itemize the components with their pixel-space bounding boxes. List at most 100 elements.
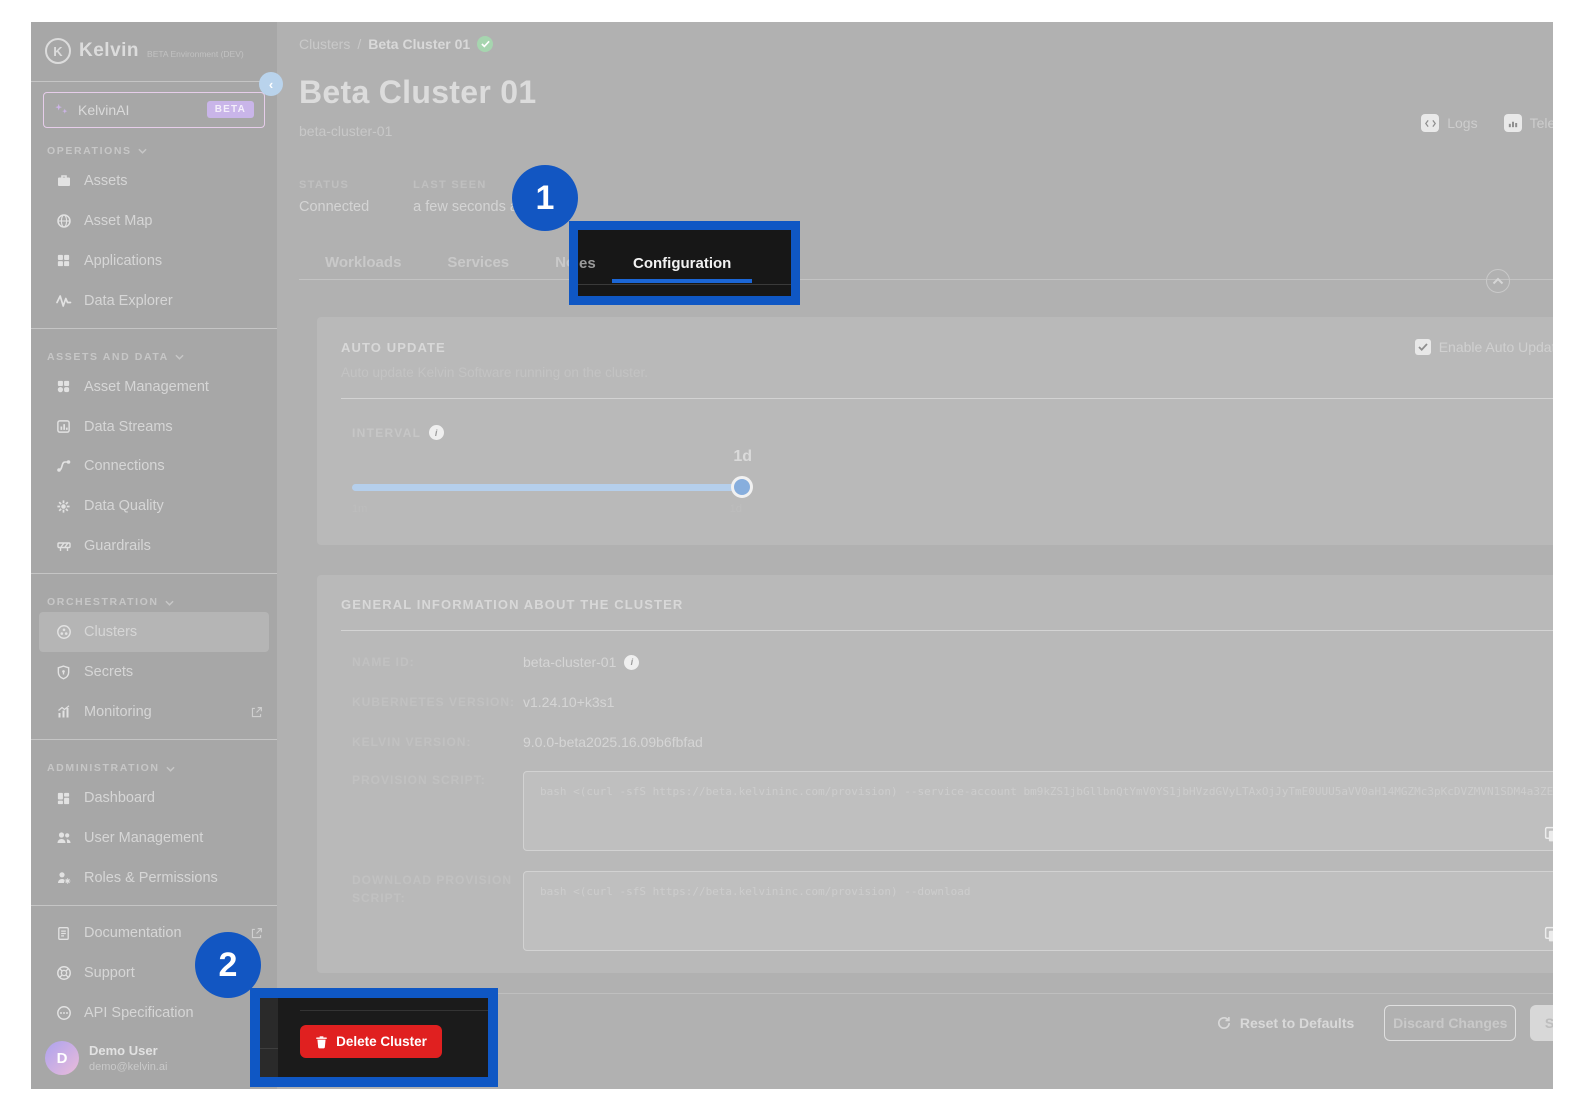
sidebar-item-label: Data Streams — [84, 419, 173, 435]
logs-button[interactable]: Logs — [1421, 114, 1477, 132]
sidebar-divider — [31, 739, 277, 740]
slider-track[interactable] — [352, 484, 742, 491]
sidebar-section-operations[interactable]: OPERATIONS — [31, 130, 277, 161]
tab-configuration-active[interactable]: Configuration — [633, 255, 731, 272]
status-label: STATUS — [299, 179, 369, 191]
name-id-row: NAME ID: beta-cluster-01 i — [341, 653, 1553, 671]
logs-label: Logs — [1447, 115, 1477, 131]
annotation-step-2: 2 — [195, 932, 261, 998]
environment-label: BETA Environment (DEV) — [147, 49, 244, 59]
sidebar-section-assets-and-data[interactable]: ASSETS AND DATA — [31, 336, 277, 367]
user-gear-icon — [55, 869, 72, 886]
tab-workloads[interactable]: Workloads — [325, 254, 401, 271]
external-link-icon — [250, 927, 263, 940]
section-header-label: ASSETS AND DATA — [47, 351, 169, 363]
telemetry-button[interactable]: Telemetry — [1504, 114, 1553, 132]
enable-auto-updates-checkbox[interactable]: Enable Auto Updates — [1415, 339, 1553, 355]
breadcrumb: Clusters / Beta Cluster 01 — [299, 36, 1553, 52]
name-id-value: beta-cluster-01 — [523, 654, 616, 670]
active-tab-underline — [612, 279, 752, 283]
tab-services[interactable]: Services — [447, 254, 509, 271]
download-script-box: bash <(curl -sfS https://beta.kelvininc.… — [523, 871, 1553, 951]
sidebar-item-api-specification[interactable]: API Specification — [31, 993, 277, 1033]
collapse-header-button[interactable] — [1486, 269, 1510, 293]
section-header-label: ORCHESTRATION — [47, 596, 159, 608]
interval-label: INTERVAL — [352, 426, 421, 440]
beta-badge: BETA — [207, 101, 254, 118]
sidebar-item-roles-permissions[interactable]: Roles & Permissions — [31, 858, 277, 898]
sidebar-item-kelvinai[interactable]: KelvinAI BETA — [43, 92, 265, 128]
kubernetes-version-label: KUBERNETES VERSION: — [341, 693, 523, 711]
card-divider — [341, 630, 1553, 631]
auto-update-description: Auto update Kelvin Software running on t… — [341, 365, 1553, 380]
breadcrumb-clusters-link[interactable]: Clusters — [299, 36, 350, 52]
sidebar-section-administration[interactable]: ADMINISTRATION — [31, 747, 277, 778]
enable-auto-updates-label: Enable Auto Updates — [1439, 339, 1553, 355]
info-icon[interactable]: i — [624, 655, 639, 670]
sidebar-item-label: Guardrails — [84, 538, 151, 554]
info-icon[interactable]: i — [429, 425, 444, 440]
cluster-icon — [55, 624, 72, 641]
sidebar-item-label: API Specification — [84, 1005, 194, 1021]
annotation-highlight-delete: Delete Cluster — [250, 988, 498, 1087]
header-actions: Logs Telemetry — [1421, 114, 1553, 132]
user-profile[interactable]: D Demo User demo@kelvin.ai — [31, 1033, 277, 1089]
download-script-row: DOWNLOAD PROVISION SCRIPT: bash <(curl -… — [341, 871, 1553, 951]
chevron-down-icon — [138, 148, 147, 154]
section-divider-dark — [300, 1010, 488, 1011]
sidebar-item-connections[interactable]: Connections — [31, 447, 277, 487]
sidebar-item-guardrails[interactable]: Guardrails — [31, 526, 277, 566]
reset-to-defaults-button[interactable]: Reset to Defaults — [1216, 1015, 1354, 1031]
sidebar-item-label: KelvinAI — [78, 102, 129, 118]
interval-slider[interactable]: 1d 1m 1d — [352, 484, 742, 515]
general-info-title: GENERAL INFORMATION ABOUT THE CLUSTER — [341, 597, 1553, 612]
connections-icon — [55, 458, 72, 475]
sidebar-item-label: Asset Management — [84, 379, 209, 395]
annotation-highlight-configuration: es Configuration — [569, 221, 800, 305]
sidebar-item-label: User Management — [84, 830, 203, 846]
guardrail-icon — [55, 538, 72, 555]
sidebar-item-data-streams[interactable]: Data Streams — [31, 407, 277, 447]
sidebar-edge-strip — [260, 998, 278, 1077]
sparkle-icon — [54, 102, 69, 117]
kelvin-version-row: KELVIN VERSION: 9.0.0-beta2025.16.09b6fb… — [341, 733, 1553, 751]
sidebar-item-dashboard[interactable]: Dashboard — [31, 778, 277, 818]
name-id-label: NAME ID: — [341, 653, 523, 671]
sidebar-item-asset-management[interactable]: Asset Management — [31, 367, 277, 407]
sidebar-item-data-quality[interactable]: Data Quality — [31, 486, 277, 526]
sidebar-item-assets[interactable]: Assets — [31, 161, 277, 201]
api-icon — [55, 1005, 72, 1022]
discard-changes-button[interactable]: Discard Changes — [1384, 1005, 1516, 1041]
life-ring-icon — [55, 965, 72, 982]
avatar: D — [45, 1041, 79, 1075]
sidebar-item-data-explorer[interactable]: Data Explorer — [31, 281, 277, 321]
sidebar-item-clusters[interactable]: Clusters — [39, 612, 269, 652]
download-script-label: DOWNLOAD PROVISION SCRIPT: — [341, 871, 523, 907]
sidebar-item-label: Asset Map — [84, 213, 153, 229]
slider-min-label: 1m — [352, 503, 367, 515]
sidebar-item-user-management[interactable]: User Management — [31, 818, 277, 858]
breadcrumb-separator: / — [357, 36, 361, 52]
sidebar-section-orchestration[interactable]: ORCHESTRATION — [31, 581, 277, 612]
sidebar-item-applications[interactable]: Applications — [31, 241, 277, 281]
kubernetes-version-row: KUBERNETES VERSION: v1.24.10+k3s1 — [341, 693, 1553, 711]
reset-label: Reset to Defaults — [1240, 1015, 1354, 1031]
bar-chart-icon — [55, 418, 72, 435]
provision-script-box: bash <(curl -sfS https://beta.kelvininc.… — [523, 771, 1553, 851]
save-button[interactable]: Save — [1530, 1005, 1553, 1041]
connected-check-icon — [477, 36, 493, 52]
provision-script-code: bash <(curl -sfS https://beta.kelvininc.… — [540, 785, 1553, 798]
sidebar-collapse-button[interactable]: ‹ — [259, 72, 283, 96]
trash-icon — [315, 1035, 328, 1049]
copy-icon[interactable] — [1543, 926, 1553, 943]
sidebar-item-asset-map[interactable]: Asset Map — [31, 201, 277, 241]
delete-cluster-button[interactable]: Delete Cluster — [300, 1025, 442, 1058]
pulse-icon — [55, 292, 72, 309]
monitoring-chart-icon — [55, 704, 72, 721]
sidebar-item-monitoring[interactable]: Monitoring — [31, 692, 277, 732]
status-row: STATUS Connected LAST SEEN a few seconds… — [299, 179, 1553, 215]
copy-icon[interactable] — [1543, 826, 1553, 843]
slider-handle[interactable] — [731, 476, 753, 498]
auto-update-section: AUTO UPDATE Enable Auto Updates Auto upd… — [317, 317, 1553, 545]
sidebar-item-secrets[interactable]: Secrets — [31, 652, 277, 692]
